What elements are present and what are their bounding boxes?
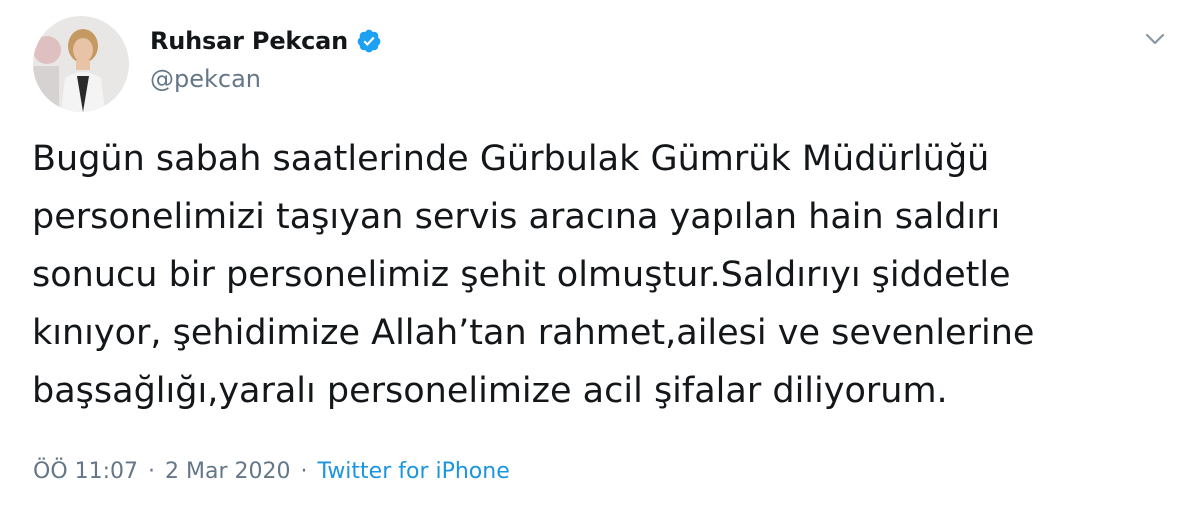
tweet-text: Bugün sabah saatlerinde Gürbulak Gümrük … [32, 130, 1182, 420]
tweet-time[interactable]: ÖÖ 11:07 [33, 459, 138, 484]
tweet-text-line: sonucu bir personelimiz şehit olmuştur.S… [32, 255, 1011, 295]
meta-separator: · [300, 459, 308, 484]
tweet-meta: ÖÖ 11:07 · 2 Mar 2020 · Twitter for iPho… [33, 459, 510, 484]
author-block: Ruhsar Pekcan @pekcan [150, 23, 382, 93]
tweet-text-line: Bugün sabah saatlerinde Gürbulak Gümrük … [32, 139, 990, 179]
tweet-date[interactable]: 2 Mar 2020 [165, 459, 290, 484]
display-name[interactable]: Ruhsar Pekcan [150, 27, 348, 55]
tweet-text-line: personelimizi taşıyan servis aracına yap… [32, 197, 1001, 237]
avatar[interactable] [33, 16, 129, 112]
meta-separator: · [148, 459, 156, 484]
handle[interactable]: @pekcan [150, 65, 382, 93]
tweet-card: Ruhsar Pekcan @pekcan Bugün sabah saatle… [0, 0, 1200, 526]
display-name-row: Ruhsar Pekcan [150, 23, 382, 59]
tweet-text-line: başsağlığı,yaralı personelimize acil şif… [32, 371, 948, 411]
tweet-source-link[interactable]: Twitter for iPhone [318, 459, 510, 484]
tweet-text-line: kınıyor, şehidimize Allah’tan rahmet,ail… [32, 313, 1035, 353]
verified-badge-icon [356, 28, 382, 54]
chevron-down-icon[interactable] [1142, 26, 1168, 52]
